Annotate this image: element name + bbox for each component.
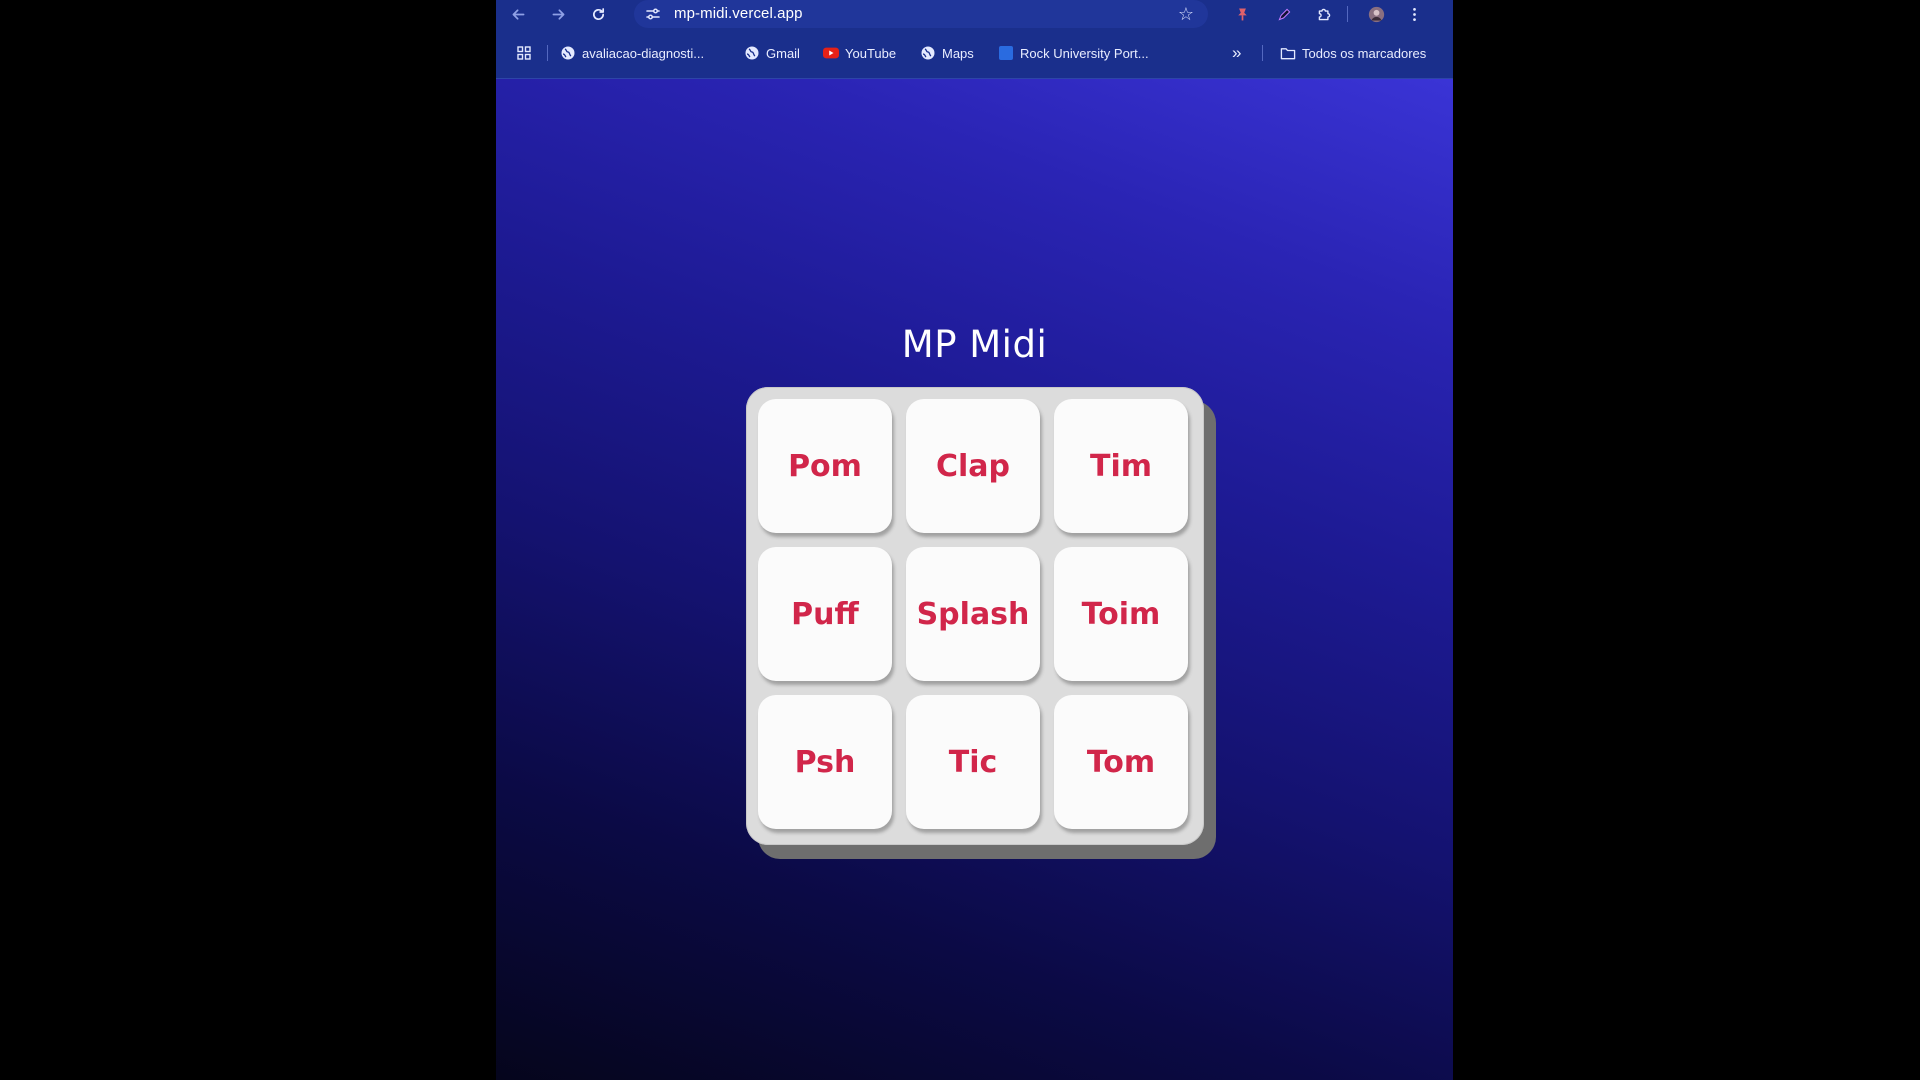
- drum-pad-board: Pom Clap Tim Puff Splash Toim Psh Tic To…: [746, 387, 1204, 845]
- chevron-double-right-icon: »: [1232, 43, 1242, 62]
- toolbar-divider: [1347, 6, 1348, 22]
- bookmarks-divider: [547, 45, 548, 61]
- apps-button[interactable]: [516, 43, 538, 63]
- all-bookmarks-button[interactable]: Todos os marcadores: [1280, 43, 1426, 63]
- browser-toolbar: mp-midi.vercel.app ☆: [496, 0, 1453, 28]
- forward-button[interactable]: [545, 1, 571, 27]
- extensions-button[interactable]: [1311, 1, 1337, 27]
- screen-background: mp-midi.vercel.app ☆ avaliacao-diagnosti…: [0, 0, 1920, 1080]
- globe-icon: [560, 45, 576, 61]
- page-title: MP Midi: [901, 323, 1048, 366]
- all-bookmarks-label: Todos os marcadores: [1302, 45, 1427, 61]
- pad-splash[interactable]: Splash: [906, 547, 1040, 681]
- menu-button[interactable]: [1401, 1, 1427, 27]
- drum-pad-grid: Pom Clap Tim Puff Splash Toim Psh Tic To…: [758, 399, 1194, 835]
- pin-extension-icon: [1237, 8, 1247, 20]
- address-bar[interactable]: mp-midi.vercel.app ☆: [634, 0, 1208, 28]
- pad-tic[interactable]: Tic: [906, 695, 1040, 829]
- page-content: MP Midi Pom Clap Tim Puff Splash Toim Ps…: [496, 79, 1453, 1080]
- globe-icon: [920, 45, 936, 61]
- bookmark-label: Maps: [942, 45, 974, 61]
- bookmark-gmail[interactable]: Gmail: [744, 43, 800, 63]
- bookmarks-overflow-button[interactable]: »: [1232, 43, 1241, 63]
- bookmark-label: Gmail: [766, 45, 800, 61]
- bookmark-rock-university[interactable]: Rock University Port...: [998, 43, 1149, 63]
- pad-tim[interactable]: Tim: [1054, 399, 1188, 533]
- extension-button-pinned[interactable]: [1229, 1, 1255, 27]
- bookmark-maps[interactable]: Maps: [920, 43, 974, 63]
- profile-button[interactable]: [1363, 1, 1389, 27]
- puzzle-icon: [1318, 8, 1330, 20]
- reload-button[interactable]: [585, 1, 611, 27]
- youtube-icon: [823, 45, 839, 61]
- arrow-left-icon: [512, 8, 524, 20]
- pad-pom[interactable]: Pom: [758, 399, 892, 533]
- apps-grid-icon: [516, 45, 532, 61]
- back-button[interactable]: [505, 1, 531, 27]
- site-settings-icon[interactable]: [644, 5, 662, 23]
- bookmark-label: Rock University Port...: [1020, 45, 1149, 61]
- bookmark-star-icon[interactable]: ☆: [1176, 4, 1196, 24]
- pad-tom[interactable]: Tom: [1054, 695, 1188, 829]
- arrow-right-icon: [552, 8, 564, 20]
- bookmark-square-icon: [998, 45, 1014, 61]
- bookmark-label: YouTube: [845, 45, 897, 61]
- bookmark-avaliacao[interactable]: avaliacao-diagnosti...: [560, 43, 704, 63]
- pad-toim[interactable]: Toim: [1054, 547, 1188, 681]
- reload-icon: [592, 7, 604, 20]
- pad-puff[interactable]: Puff: [758, 547, 892, 681]
- kebab-menu-icon: [1412, 7, 1416, 21]
- avatar: [1368, 6, 1384, 22]
- url-text[interactable]: mp-midi.vercel.app: [674, 5, 803, 22]
- pen-icon: [1277, 8, 1290, 21]
- bookmark-label: avaliacao-diagnosti...: [582, 45, 705, 61]
- bookmarks-divider: [1262, 45, 1263, 61]
- bookmarks-bar: avaliacao-diagnosti... Gmail YouTube Map…: [496, 28, 1453, 79]
- folder-icon: [1280, 45, 1296, 61]
- browser-window: mp-midi.vercel.app ☆ avaliacao-diagnosti…: [496, 0, 1453, 1080]
- pad-psh[interactable]: Psh: [758, 695, 892, 829]
- extension-button-pen[interactable]: [1271, 1, 1297, 27]
- globe-icon: [744, 45, 760, 61]
- bookmark-youtube[interactable]: YouTube: [823, 43, 896, 63]
- pad-clap[interactable]: Clap: [906, 399, 1040, 533]
